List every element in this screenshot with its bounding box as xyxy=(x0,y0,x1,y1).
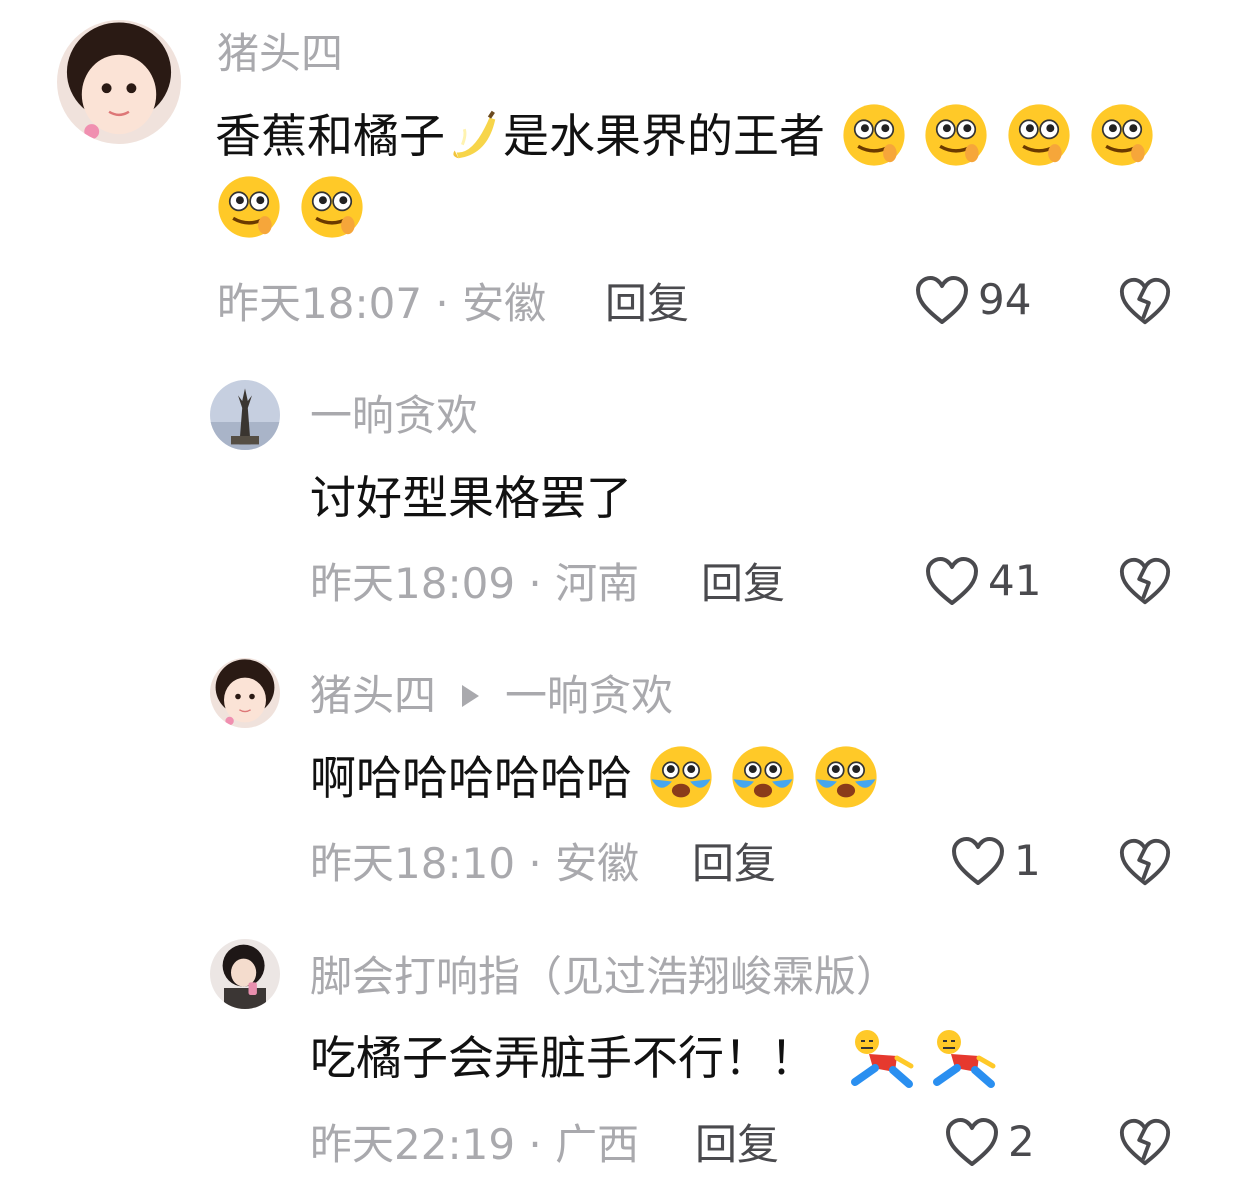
comment-time: 昨天18:10 xyxy=(310,839,516,888)
drool-emoji xyxy=(843,103,905,166)
avatar[interactable] xyxy=(210,939,280,1009)
drool-emoji xyxy=(1008,103,1070,166)
avatar[interactable] xyxy=(210,658,280,728)
comment-text-part: 香蕉和橘子 xyxy=(215,109,445,163)
broken-heart-icon[interactable] xyxy=(1118,836,1172,888)
comment-time: 昨天18:07 xyxy=(217,279,423,328)
broken-heart-icon[interactable] xyxy=(1118,555,1172,607)
like-button[interactable]: 41 xyxy=(924,555,1041,607)
meta-separator: · xyxy=(422,279,463,328)
drool-emoji xyxy=(1090,103,1153,166)
comment-text: 吃橘子会弄脏手不行！！ xyxy=(310,1022,997,1094)
meta-separator: · xyxy=(515,559,556,608)
comment-time: 昨天18:09 xyxy=(310,559,516,608)
lying-down-emoji-group xyxy=(832,1029,997,1088)
comment-meta: 昨天18:10 · 安徽 xyxy=(310,843,639,885)
like-button[interactable]: 1 xyxy=(950,835,1041,887)
comment-meta: 昨天18:09 · 河南 xyxy=(310,563,639,605)
crying-laugh-emoji-group xyxy=(632,745,880,808)
crying-laugh-emoji xyxy=(732,745,794,808)
comment-region: 安徽 xyxy=(555,839,640,888)
meta-separator: · xyxy=(515,1120,556,1169)
avatar[interactable] xyxy=(57,20,181,144)
heart-icon xyxy=(946,1118,998,1166)
lying-down-emoji xyxy=(850,1029,914,1088)
drool-emoji xyxy=(301,175,363,238)
heart-icon xyxy=(916,276,968,324)
lying-down-emoji xyxy=(933,1029,996,1088)
reply-button[interactable]: 回复 xyxy=(692,843,776,885)
crying-laugh-emoji xyxy=(650,745,712,808)
comment-text-part: 啊哈哈哈哈哈哈 xyxy=(310,751,632,805)
comment-username[interactable]: 猪头四 xyxy=(310,671,436,720)
reply-to-username[interactable]: 一晌贪欢 xyxy=(505,671,673,720)
comment-text: 讨好型果格罢了 xyxy=(310,471,632,525)
comment-text-part: 是水果界的王者 xyxy=(503,109,825,163)
banana-emoji xyxy=(453,110,496,158)
comment-text: 啊哈哈哈哈哈哈 xyxy=(310,742,880,814)
heart-icon xyxy=(926,557,978,605)
avatar[interactable] xyxy=(210,380,280,450)
heart-icon xyxy=(952,837,1004,885)
like-count: 94 xyxy=(978,275,1032,324)
comment-text: 香蕉和橘子 是水果界的王者 xyxy=(215,100,1205,244)
meta-separator: · xyxy=(515,839,556,888)
comment-time: 昨天22:19 xyxy=(310,1120,516,1169)
comment-meta: 昨天22:19 · 广西 xyxy=(310,1124,639,1166)
broken-heart-icon[interactable] xyxy=(1118,1116,1172,1168)
comment-text-part: 吃橘子会弄脏手不行！！ xyxy=(310,1031,816,1085)
comment-username[interactable]: 猪头四 xyxy=(217,33,343,75)
comment-region: 广西 xyxy=(555,1120,640,1169)
comment-username[interactable]: 脚会打响指（见过浩翔峻霖版） xyxy=(310,956,898,998)
like-count: 1 xyxy=(1014,836,1041,885)
like-button[interactable]: 94 xyxy=(914,274,1031,326)
comment-region: 河南 xyxy=(555,559,640,608)
drool-emoji xyxy=(925,103,987,166)
drool-emoji xyxy=(218,175,280,238)
comment-meta: 昨天18:07 · 安徽 xyxy=(217,283,546,325)
reply-button[interactable]: 回复 xyxy=(701,563,785,605)
reply-button[interactable]: 回复 xyxy=(605,283,689,325)
comment-region: 安徽 xyxy=(462,279,547,328)
broken-heart-icon[interactable] xyxy=(1118,275,1172,327)
reply-button[interactable]: 回复 xyxy=(695,1124,779,1166)
reply-arrow-icon xyxy=(462,684,480,707)
comment-username-row: 猪头四 一晌贪欢 xyxy=(310,675,673,717)
crying-laugh-emoji xyxy=(815,745,877,808)
comment-username[interactable]: 一晌贪欢 xyxy=(310,395,478,437)
like-count: 2 xyxy=(1008,1117,1035,1166)
like-button[interactable]: 2 xyxy=(944,1116,1035,1168)
like-count: 41 xyxy=(988,556,1042,605)
